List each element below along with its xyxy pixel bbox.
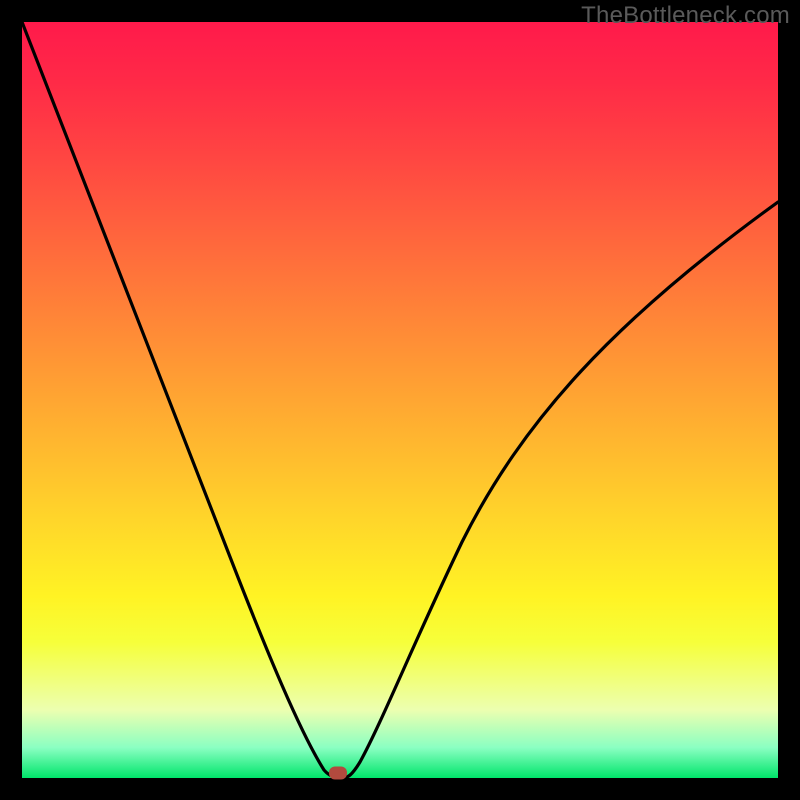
curve-path	[22, 22, 778, 778]
chart-plot-area	[22, 22, 778, 778]
bottleneck-curve	[22, 22, 778, 778]
watermark-text: TheBottleneck.com	[581, 2, 790, 30]
optimal-point-marker	[329, 767, 347, 780]
